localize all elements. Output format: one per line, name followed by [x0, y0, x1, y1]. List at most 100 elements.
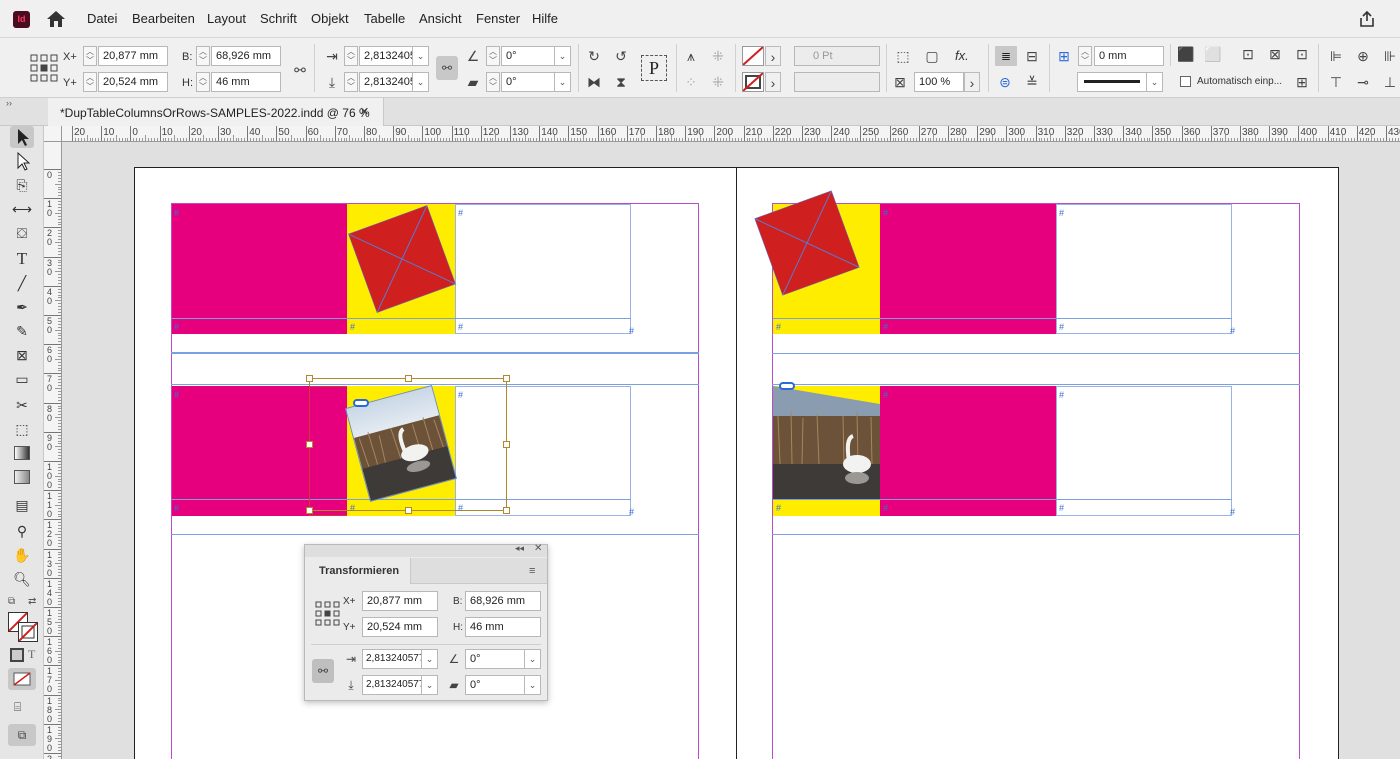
align-left-icon[interactable]: ⊫: [1326, 46, 1346, 66]
empty-cell[interactable]: [1056, 386, 1232, 516]
x-stepper[interactable]: ︿ ﹀: [83, 46, 97, 66]
selection-handle[interactable]: [306, 441, 313, 448]
magenta-cell[interactable]: [880, 204, 1056, 334]
corner-options-icon[interactable]: ▢: [922, 46, 942, 66]
stroke-type-field[interactable]: [794, 72, 880, 92]
menu-schrift[interactable]: Schrift: [260, 11, 297, 26]
flip-horizontal-icon[interactable]: ⧓: [584, 72, 604, 92]
view-mode-icon[interactable]: ⌸: [14, 700, 21, 715]
shear-field[interactable]: 0°: [501, 72, 555, 92]
panel-rotate-field[interactable]: 0°: [465, 649, 525, 669]
transform-panel[interactable]: ◂◂ ✕ Transformieren ≡ X+ 20,877 mm Y+ 20…: [304, 543, 548, 701]
rectangle-frame-tool-icon[interactable]: ⊠: [10, 344, 34, 366]
y-stepper[interactable]: ︿ ﹀: [83, 72, 97, 92]
stroke-color-swatch[interactable]: [18, 622, 38, 642]
selection-handle[interactable]: [306, 507, 313, 514]
menu-ansicht[interactable]: Ansicht: [419, 11, 462, 26]
gradient-swatch-tool-icon[interactable]: [10, 442, 34, 464]
collapse-panels-icon[interactable]: ››: [6, 98, 12, 108]
opacity-chevron-icon[interactable]: ›: [964, 72, 980, 92]
panel-header[interactable]: ◂◂ ✕: [305, 543, 547, 557]
panel-height-field[interactable]: 46 mm: [465, 617, 541, 637]
scale-x-dropdown[interactable]: ⌄: [413, 46, 429, 66]
constrain-proportions-icon[interactable]: ⚯: [290, 60, 310, 80]
wrap-jump-icon[interactable]: ≚: [1022, 72, 1042, 92]
shear-dropdown[interactable]: ⌄: [555, 72, 571, 92]
link-icon[interactable]: [779, 382, 795, 390]
opacity-field[interactable]: 100 %: [914, 72, 964, 92]
default-colors-icon[interactable]: ⧉: [8, 596, 15, 607]
fit-proportionally-icon[interactable]: ⊠: [1265, 44, 1285, 64]
align-right-icon[interactable]: ⊪: [1380, 46, 1400, 66]
effects-label[interactable]: fx.: [955, 48, 969, 63]
panel-scale-x-field[interactable]: 2,813240577: [362, 649, 422, 669]
scale-y-field[interactable]: 2,81324057: [359, 72, 413, 92]
panel-scale-y-dropdown[interactable]: ⌄: [422, 675, 438, 695]
vertical-ruler[interactable]: 01 02 03 04 05 06 07 08 09 01 0 01 1 01 …: [44, 142, 62, 759]
panel-shear-field[interactable]: 0°: [465, 675, 525, 695]
content-collector-tool-icon[interactable]: ⛋: [10, 222, 34, 244]
apply-none-icon[interactable]: [8, 668, 36, 690]
empty-cell[interactable]: [455, 204, 631, 334]
panel-menu-icon[interactable]: ≡: [529, 565, 535, 577]
wrap-none-button[interactable]: ≣: [995, 46, 1017, 66]
rotate-field[interactable]: 0°: [501, 46, 555, 66]
selection-handle[interactable]: [306, 375, 313, 382]
stroke-swatch-chevron-icon[interactable]: ›: [765, 72, 781, 92]
formatting-text-icon[interactable]: T: [28, 647, 35, 662]
align-middle-icon[interactable]: ⊸: [1353, 72, 1373, 92]
content-aware-fit-icon[interactable]: ⊞: [1292, 72, 1312, 92]
menu-tabelle[interactable]: Tabelle: [364, 11, 405, 26]
height-field[interactable]: 46 mm: [211, 72, 281, 92]
align-center-icon[interactable]: ⊕: [1353, 46, 1373, 66]
selection-tool-icon[interactable]: [10, 126, 34, 148]
stroke-none-swatch[interactable]: [742, 72, 764, 92]
menu-datei[interactable]: Datei: [87, 11, 117, 26]
scale-y-stepper[interactable]: ︿ ﹀: [344, 72, 358, 92]
menu-hilfe[interactable]: Hilfe: [532, 11, 558, 26]
scale-x-stepper[interactable]: ︿ ﹀: [344, 46, 358, 66]
panel-constrain-scale-button[interactable]: ⚯: [312, 659, 334, 683]
scale-x-field[interactable]: 2,81324057: [359, 46, 413, 66]
stroke-style-dropdown[interactable]: ⌄: [1147, 72, 1163, 92]
selection-handle[interactable]: [405, 507, 412, 514]
menu-objekt[interactable]: Objekt: [311, 11, 349, 26]
type-tool-icon[interactable]: T: [10, 248, 34, 270]
collapse-panel-icon[interactable]: ◂◂: [515, 543, 524, 554]
offset-stepper[interactable]: ︿ ﹀: [1078, 46, 1092, 66]
align-bottom-icon[interactable]: ⊥: [1380, 72, 1400, 92]
swap-colors-icon[interactable]: ⇄: [28, 596, 36, 607]
scale-y-dropdown[interactable]: ⌄: [413, 72, 429, 92]
eyedropper-tool-icon[interactable]: ⚲: [10, 520, 34, 542]
magenta-cell[interactable]: [172, 204, 347, 334]
width-stepper[interactable]: ︿ ﹀: [196, 46, 210, 66]
rotate-counterclockwise-icon[interactable]: ↺: [611, 46, 631, 66]
empty-cell[interactable]: [1056, 204, 1232, 334]
formatting-container-icon[interactable]: [10, 648, 24, 662]
fit-content-to-frame-icon[interactable]: ⬛: [1176, 44, 1196, 64]
gradient-feather-tool-icon[interactable]: [10, 466, 34, 488]
note-tool-icon[interactable]: ▤: [10, 494, 34, 516]
pen-tool-icon[interactable]: ✒: [10, 296, 34, 318]
align-top-icon[interactable]: ⊤: [1326, 72, 1346, 92]
selection-handle[interactable]: [405, 375, 412, 382]
panel-y-field[interactable]: 20,524 mm: [362, 617, 438, 637]
select-content-icon[interactable]: ⁘: [681, 72, 701, 92]
panel-width-field[interactable]: 68,926 mm: [465, 591, 541, 611]
panel-shear-dropdown[interactable]: ⌄: [525, 675, 541, 695]
selection-handle[interactable]: [503, 441, 510, 448]
height-stepper[interactable]: ︿ ﹀: [196, 72, 210, 92]
fit-frame-to-content-icon[interactable]: ⬜: [1203, 44, 1223, 64]
shear-stepper[interactable]: ︿ ﹀: [486, 72, 500, 92]
select-previous-icon[interactable]: ⁜: [708, 72, 728, 92]
wrap-shape-icon[interactable]: ⊜: [995, 72, 1015, 92]
fill-frame-proportionally-icon[interactable]: ⊡: [1292, 44, 1312, 64]
share-icon[interactable]: [1357, 9, 1377, 29]
panel-x-field[interactable]: 20,877 mm: [362, 591, 438, 611]
free-transform-tool-icon[interactable]: ⬚: [10, 418, 34, 440]
reference-orientation-icon[interactable]: P: [641, 55, 667, 81]
selection-handle[interactable]: [503, 375, 510, 382]
rotate-dropdown[interactable]: ⌄: [555, 46, 571, 66]
menu-layout[interactable]: Layout: [207, 11, 246, 26]
close-tab-icon[interactable]: ×: [360, 103, 369, 120]
